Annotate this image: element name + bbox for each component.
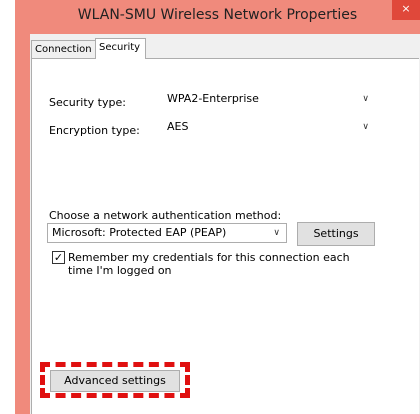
- encryption-type-label: Encryption type:: [49, 124, 140, 137]
- remember-credentials-label-line1: Remember my credentials for this connect…: [68, 251, 350, 264]
- checkmark-icon: ✓: [53, 251, 64, 264]
- remember-credentials-checkbox[interactable]: ✓: [52, 251, 65, 264]
- window-title: WLAN-SMU Wireless Network Properties: [77, 7, 358, 23]
- highlight-dashed-box: [40, 362, 190, 398]
- auth-method-value: Microsoft: Protected EAP (PEAP): [52, 226, 227, 239]
- encryption-type-value: AES: [167, 120, 189, 133]
- auth-method-label: Choose a network authentication method:: [49, 209, 282, 222]
- encryption-type-dropdown[interactable]: AES ∨: [163, 118, 375, 138]
- tab-security-label: Security: [99, 42, 141, 53]
- settings-button-label: Settings: [313, 227, 359, 240]
- tab-connection[interactable]: Connection: [31, 40, 97, 58]
- close-icon: ×: [401, 2, 411, 15]
- chevron-down-icon: ∨: [362, 94, 369, 104]
- settings-button[interactable]: Settings: [297, 222, 375, 246]
- security-type-label: Security type:: [49, 96, 126, 109]
- security-type-value: WPA2-Enterprise: [167, 92, 259, 105]
- close-button[interactable]: ×: [392, 0, 420, 20]
- remember-credentials-label-line2: time I'm logged on: [68, 264, 172, 277]
- chevron-down-icon: ∨: [273, 228, 280, 238]
- tab-connection-label: Connection: [35, 44, 92, 55]
- auth-method-dropdown[interactable]: Microsoft: Protected EAP (PEAP) ∨: [47, 223, 287, 243]
- chevron-down-icon: ∨: [362, 122, 369, 132]
- security-type-dropdown[interactable]: WPA2-Enterprise ∨: [163, 90, 375, 110]
- tab-security[interactable]: Security: [95, 38, 146, 59]
